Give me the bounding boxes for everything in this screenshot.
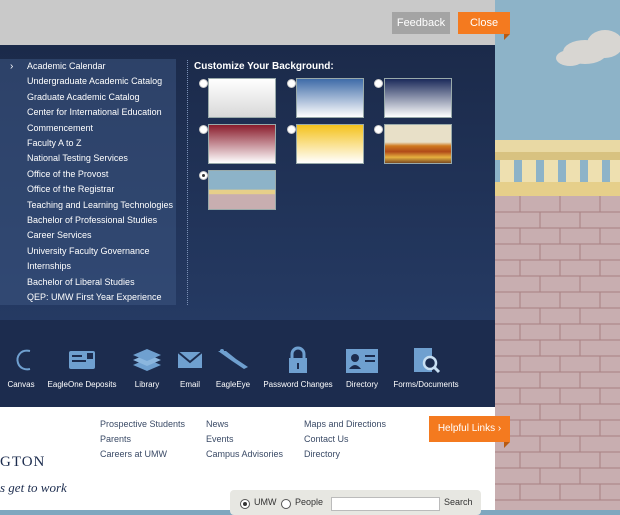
- service-forms-documents[interactable]: Forms/Documents: [391, 345, 461, 389]
- quicklink-item[interactable]: QEP: UMW First Year Experience: [27, 292, 162, 302]
- background-thumb-castle[interactable]: [208, 170, 276, 210]
- quicklink-item[interactable]: Bachelor of Professional Studies: [27, 215, 157, 225]
- background-radio-castle[interactable]: [199, 171, 208, 180]
- footer-link-events[interactable]: Events: [206, 434, 234, 444]
- quicklink-item[interactable]: National Testing Services: [27, 153, 128, 163]
- background-radio-gold[interactable]: [287, 125, 296, 134]
- service-label: EagleOne Deposits: [47, 380, 117, 389]
- quicklink-item[interactable]: Commencement: [27, 123, 93, 133]
- quicklink-item[interactable]: Faculty A to Z: [27, 138, 82, 148]
- books-icon: [133, 349, 161, 371]
- service-label: Forms/Documents: [393, 380, 459, 389]
- footer-link-prospective-students[interactable]: Prospective Students: [100, 419, 185, 429]
- canvas-icon: [16, 349, 31, 371]
- quicklink-item[interactable]: University Faculty Governance: [27, 246, 150, 256]
- quicklinks-panel: Feedback Close › Academic Calendar Underg…: [0, 0, 510, 515]
- service-library[interactable]: Library: [131, 345, 163, 389]
- search-radio-umw[interactable]: [240, 499, 250, 509]
- quicklink-item[interactable]: Graduate Academic Catalog: [27, 92, 140, 102]
- background-thumb-navy[interactable]: [384, 78, 452, 118]
- search-radio-people[interactable]: [281, 499, 291, 509]
- quicklink-item[interactable]: Undergraduate Academic Catalog: [27, 76, 162, 86]
- background-thumb-autumn[interactable]: [384, 124, 452, 164]
- quicklink-item[interactable]: Teaching and Learning Technologies: [27, 200, 173, 210]
- feedback-button[interactable]: Feedback: [392, 12, 450, 34]
- footer-link-news[interactable]: News: [206, 419, 229, 429]
- service-eagleeye[interactable]: EagleEye: [214, 345, 252, 389]
- service-eagleone-deposits[interactable]: EagleOne Deposits: [43, 345, 121, 389]
- envelope-icon: [177, 351, 203, 368]
- quicklink-item[interactable]: Office of the Provost: [27, 169, 108, 179]
- background-radio-navy[interactable]: [374, 79, 383, 88]
- footer-link-contact[interactable]: Contact Us: [304, 434, 349, 444]
- service-label: EagleEye: [215, 380, 251, 389]
- close-button[interactable]: Close: [458, 12, 510, 40]
- quicklink-item[interactable]: Academic Calendar: [27, 61, 106, 71]
- background-radio-autumn[interactable]: [374, 125, 383, 134]
- service-email[interactable]: Email: [176, 345, 204, 389]
- quicklink-item[interactable]: Career Services: [27, 230, 92, 240]
- helpful-links-button[interactable]: Helpful Links ›: [429, 416, 510, 448]
- service-label: Password Changes: [263, 380, 333, 389]
- quicklink-item[interactable]: Center for International Education: [27, 107, 162, 117]
- footer-link-directory[interactable]: Directory: [304, 449, 340, 459]
- footer-link-careers[interactable]: Careers at UMW: [100, 449, 167, 459]
- divider: [187, 60, 188, 305]
- service-password-changes[interactable]: Password Changes: [262, 345, 334, 389]
- eagle-icon: [218, 349, 248, 369]
- search-option-umw-label: UMW: [254, 497, 277, 507]
- service-label: Email: [179, 380, 200, 389]
- search-input[interactable]: [331, 497, 440, 511]
- logo-wordmark: GTON: [0, 454, 46, 470]
- footer-link-maps[interactable]: Maps and Directions: [304, 419, 386, 429]
- chevron-right-icon: ›: [10, 61, 14, 72]
- background-radio-white[interactable]: [199, 79, 208, 88]
- card-deposit-icon: [69, 351, 95, 369]
- quicklink-item[interactable]: Office of the Registrar: [27, 184, 114, 194]
- background-radio-maroon[interactable]: [199, 125, 208, 134]
- background-thumb-white[interactable]: [208, 78, 276, 118]
- search-button[interactable]: Search: [444, 497, 473, 507]
- id-card-icon: [346, 349, 378, 373]
- footer-link-campus-advisories[interactable]: Campus Advisories: [206, 449, 283, 459]
- footer-link-parents[interactable]: Parents: [100, 434, 131, 444]
- service-label: Library: [134, 380, 160, 389]
- background-radio-blue[interactable]: [287, 79, 296, 88]
- service-directory[interactable]: Directory: [344, 345, 380, 389]
- quicklink-item[interactable]: Internships: [27, 261, 71, 271]
- background-thumb-gold[interactable]: [296, 124, 364, 164]
- service-label: Canvas: [7, 380, 35, 389]
- background-chooser-title: Customize Your Background:: [194, 61, 334, 72]
- background-thumb-blue[interactable]: [296, 78, 364, 118]
- logo-tagline: s get to work: [0, 480, 67, 495]
- quicklink-item[interactable]: Bachelor of Liberal Studies: [27, 277, 135, 287]
- document-search-icon: [414, 348, 441, 374]
- service-label: Directory: [345, 380, 378, 389]
- background-thumb-maroon[interactable]: [208, 124, 276, 164]
- service-canvas[interactable]: Canvas: [6, 345, 36, 389]
- padlock-icon: [289, 346, 307, 373]
- search-option-people-label: People: [295, 497, 324, 507]
